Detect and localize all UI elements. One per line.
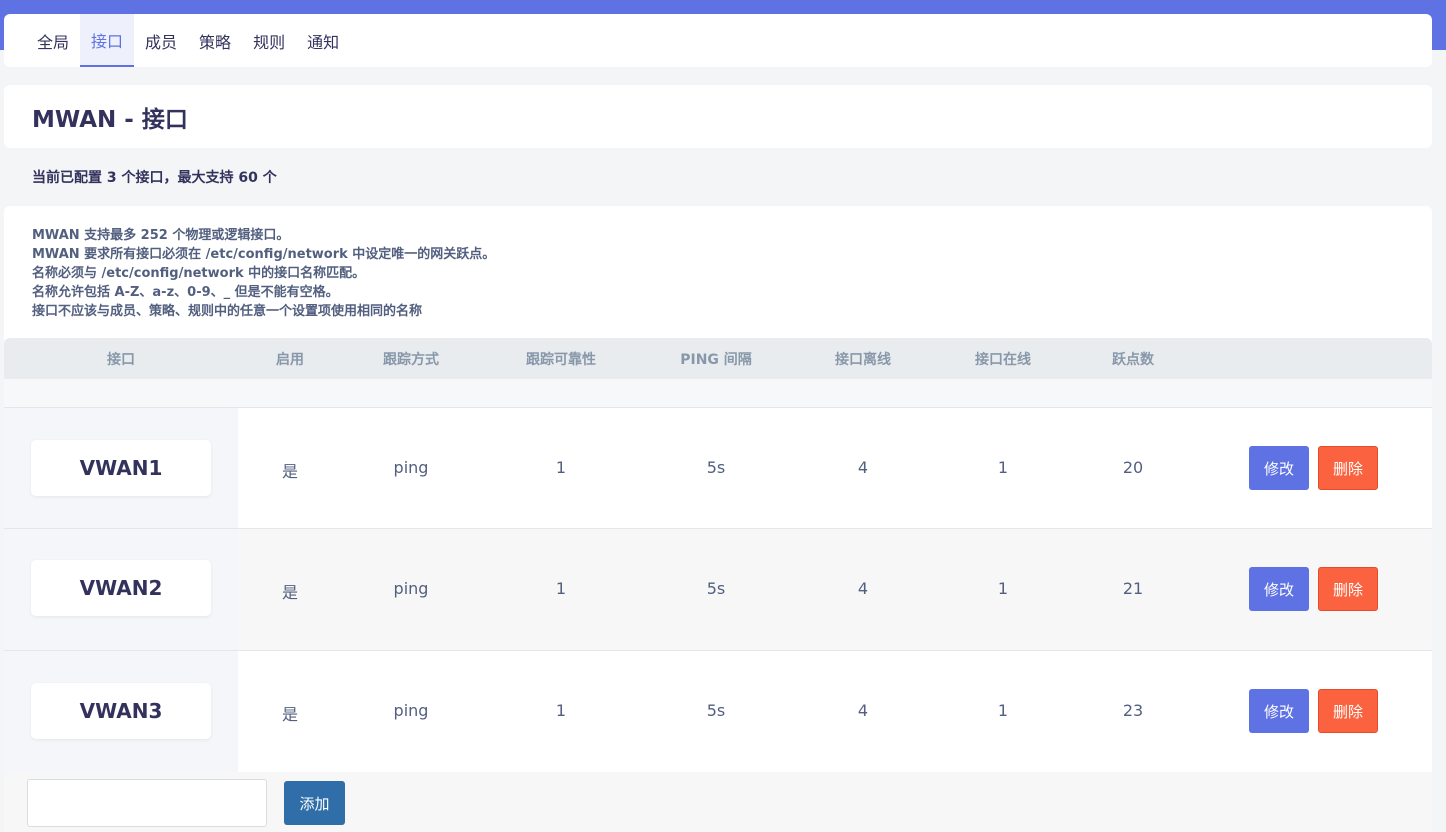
cell-track: ping — [393, 458, 429, 477]
config-summary: 当前已配置 3 个接口，最大支持 60 个 — [32, 170, 277, 186]
new-interface-input[interactable] — [27, 779, 267, 827]
header-ping-interval: PING 间隔 — [680, 351, 752, 368]
tab-rules[interactable]: 规则 — [242, 14, 296, 67]
cell-enabled: 是 — [281, 705, 299, 724]
tab-notifications[interactable]: 通知 — [296, 14, 350, 67]
cell-reliability: 1 — [555, 579, 567, 598]
note-line: 名称允许包括 A-Z、a-z、0-9、_ 但是不能有空格。 — [32, 285, 339, 300]
delete-button[interactable]: 删除 — [1318, 446, 1378, 490]
header-up: 接口在线 — [975, 351, 1031, 368]
cell-reliability: 1 — [555, 701, 567, 720]
cell-track: ping — [393, 701, 429, 720]
tab-global[interactable]: 全局 — [26, 14, 80, 67]
header-interface: 接口 — [107, 351, 135, 368]
table-row: VWAN2 是 ping 1 5s 4 1 21 修改 删除 — [4, 529, 1432, 651]
interface-name: VWAN2 — [31, 560, 211, 616]
cell-up: 1 — [997, 701, 1009, 720]
table-row: VWAN3 是 ping 1 5s 4 1 23 修改 删除 — [4, 651, 1432, 772]
add-button[interactable]: 添加 — [284, 781, 345, 825]
tab-policies[interactable]: 策略 — [188, 14, 242, 67]
cell-up: 1 — [997, 458, 1009, 477]
table-header: 接口 启用 跟踪方式 跟踪可靠性 PING 间隔 接口离线 接口在线 跃点数 — [4, 338, 1432, 379]
tab-members[interactable]: 成员 — [134, 14, 188, 67]
cell-interval: 5s — [706, 458, 726, 477]
page-title-box: MWAN - 接口 — [4, 85, 1432, 148]
cell-enabled: 是 — [281, 462, 299, 481]
cell-metric: 23 — [1122, 701, 1144, 720]
edit-button[interactable]: 修改 — [1249, 689, 1309, 733]
cell-metric: 20 — [1122, 458, 1144, 477]
cell-up: 1 — [997, 579, 1009, 598]
tab-interfaces[interactable]: 接口 — [80, 14, 135, 67]
cell-reliability: 1 — [555, 458, 567, 477]
cell-interval: 5s — [706, 579, 726, 598]
note-line: MWAN 支持最多 252 个物理或逻辑接口。 — [32, 228, 290, 243]
note-line: MWAN 要求所有接口必须在 /etc/config/network 中设定唯一… — [32, 247, 496, 262]
header-enabled: 启用 — [276, 351, 304, 368]
cell-down: 4 — [857, 579, 869, 598]
header-reliability: 跟踪可靠性 — [526, 351, 596, 368]
cell-down: 4 — [857, 458, 869, 477]
table-spacer — [4, 379, 1432, 408]
delete-button[interactable]: 删除 — [1318, 567, 1378, 611]
page-title: MWAN - 接口 — [32, 106, 188, 133]
cell-enabled: 是 — [281, 583, 299, 602]
note-line: 接口不应该与成员、策略、规则中的任意一个设置项使用相同的名称 — [32, 304, 423, 319]
header-track-method: 跟踪方式 — [383, 351, 439, 368]
add-interface-footer: 添加 — [4, 772, 1432, 832]
interface-name: VWAN3 — [31, 683, 211, 739]
cell-interval: 5s — [706, 701, 726, 720]
header-down: 接口离线 — [835, 351, 891, 368]
cell-track: ping — [393, 579, 429, 598]
cell-metric: 21 — [1122, 579, 1144, 598]
edit-button[interactable]: 修改 — [1249, 567, 1309, 611]
description: MWAN 支持最多 252 个物理或逻辑接口。 MWAN 要求所有接口必须在 /… — [4, 206, 1432, 321]
header-metric: 跃点数 — [1112, 351, 1154, 368]
table-row: VWAN1 是 ping 1 5s 4 1 20 修改 删除 — [4, 408, 1432, 529]
cell-down: 4 — [857, 701, 869, 720]
edit-button[interactable]: 修改 — [1249, 446, 1309, 490]
delete-button[interactable]: 删除 — [1318, 689, 1378, 733]
interfaces-card: MWAN 支持最多 252 个物理或逻辑接口。 MWAN 要求所有接口必须在 /… — [4, 206, 1432, 832]
interface-name: VWAN1 — [31, 440, 211, 496]
note-line: 名称必须与 /etc/config/network 中的接口名称匹配。 — [32, 266, 366, 281]
tab-bar: 全局 接口 成员 策略 规则 通知 — [4, 14, 1432, 67]
